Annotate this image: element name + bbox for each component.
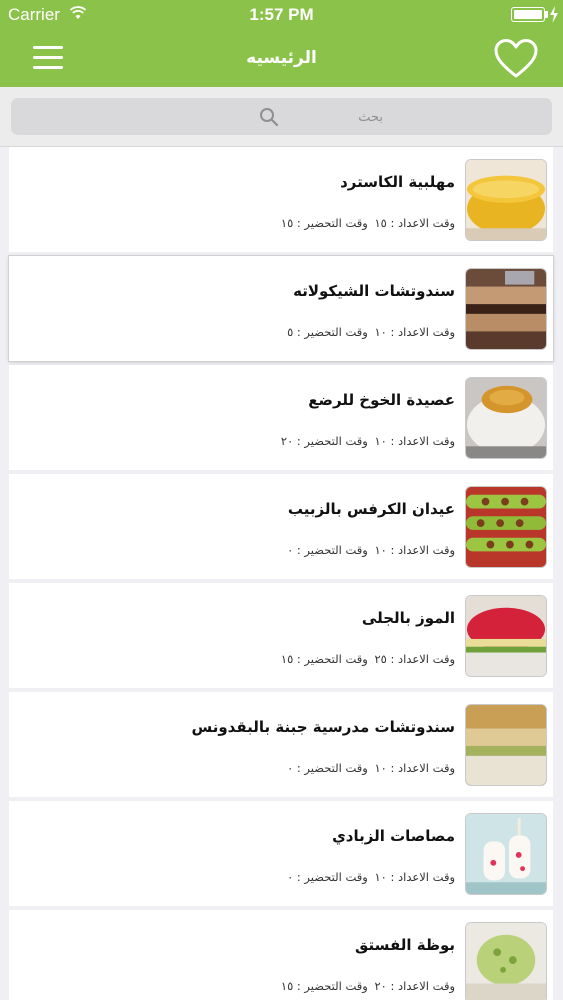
recipe-row[interactable]: عيدان الكرفس بالزبيب وقت الاعداد : ١٠ وق…	[9, 474, 553, 579]
recipe-title: الموز بالجلى	[361, 609, 455, 627]
prep-time: وقت الاعداد : ١٠	[374, 325, 455, 339]
recipe-thumbnail	[465, 704, 547, 786]
recipe-thumbnail	[465, 268, 547, 350]
recipe-title: بوظة الفستق	[355, 936, 455, 954]
recipe-row[interactable]: مصاصات الزبادي وقت الاعداد : ١٠ وقت التح…	[9, 801, 553, 906]
recipe-thumbnail	[465, 595, 547, 677]
cook-time: وقت التحضير : ٠	[287, 761, 368, 775]
cook-time: وقت التحضير : ٢٠	[280, 434, 368, 448]
battery-tip	[545, 11, 548, 18]
recipe-row[interactable]: بوظة الفستق وقت الاعداد : ٢٠ وقت التحضير…	[9, 910, 553, 1000]
search-icon	[260, 108, 279, 127]
recipe-title: سندوتشات الشيكولاته	[293, 282, 455, 300]
recipe-row[interactable]: مهلبية الكاسترد وقت الاعداد : ١٥ وقت الت…	[9, 147, 553, 252]
recipe-times: وقت الاعداد : ١٠ وقت التحضير : ٠	[284, 870, 455, 884]
search-bar-container	[0, 87, 563, 147]
status-time: 1:57 PM	[249, 5, 314, 24]
recipe-thumbnail	[465, 486, 547, 568]
recipe-row[interactable]: عصيدة الخوخ للرضع وقت الاعداد : ١٠ وقت ا…	[9, 365, 553, 470]
recipe-thumbnail	[465, 377, 547, 459]
status-bar: Carrier 1:57 PM	[0, 0, 563, 30]
favorites-button[interactable]	[493, 38, 539, 80]
recipe-title: مصاصات الزبادي	[332, 827, 455, 845]
prep-time: وقت الاعداد : ١٠	[374, 434, 455, 448]
prep-time: وقت الاعداد : ١٥	[374, 216, 455, 230]
prep-time: وقت الاعداد : ٢٥	[374, 652, 455, 666]
recipe-times: وقت الاعداد : ١٠ وقت التحضير : ٠	[284, 761, 455, 775]
recipe-row[interactable]: الموز بالجلى وقت الاعداد : ٢٥ وقت التحضي…	[9, 583, 553, 688]
heart-icon	[494, 39, 538, 78]
recipe-title: مهلبية الكاسترد	[340, 173, 455, 191]
recipe-times: وقت الاعداد : ١٥ وقت التحضير : ١٥	[278, 216, 455, 230]
recipe-title: عصيدة الخوخ للرضع	[308, 391, 455, 409]
prep-time: وقت الاعداد : ١٠	[374, 870, 455, 884]
cook-time: وقت التحضير : ٠	[287, 870, 368, 884]
prep-time: وقت الاعداد : ١٠	[374, 761, 455, 775]
prep-time: وقت الاعداد : ٢٠	[374, 979, 455, 993]
charging-bolt-icon	[550, 6, 558, 23]
recipe-thumbnail	[465, 813, 547, 895]
recipe-thumbnail	[465, 159, 547, 241]
page-title: الرئيسيه	[246, 48, 317, 68]
cook-time: وقت التحضير : ٠	[287, 543, 368, 557]
recipe-row[interactable]: سندوتشات الشيكولاته وقت الاعداد : ١٠ وقت…	[9, 256, 553, 361]
recipe-times: وقت الاعداد : ١٠ وقت التحضير : ٢٠	[278, 434, 455, 448]
recipe-row[interactable]: سندوتشات مدرسية جبنة بالبقدونس وقت الاعد…	[9, 692, 553, 797]
recipe-times: وقت الاعداد : ١٠ وقت التحضير : ٥	[284, 325, 455, 339]
cook-time: وقت التحضير : ١٥	[280, 216, 368, 230]
recipe-times: وقت الاعداد : ١٠ وقت التحضير : ٠	[284, 543, 455, 557]
prep-time: وقت الاعداد : ١٠	[374, 543, 455, 557]
recipe-thumbnail	[465, 922, 547, 1000]
recipe-times: وقت الاعداد : ٢٥ وقت التحضير : ١٥	[278, 652, 455, 666]
recipe-title: عيدان الكرفس بالزبيب	[287, 500, 455, 518]
search-input[interactable]	[283, 104, 383, 130]
cook-time: وقت التحضير : ٥	[287, 325, 368, 339]
recipe-title: سندوتشات مدرسية جبنة بالبقدونس	[191, 718, 455, 736]
search-field[interactable]	[11, 98, 552, 135]
cook-time: وقت التحضير : ١٥	[280, 979, 368, 993]
navigation-bar: الرئيسيه	[0, 30, 563, 87]
battery-icon	[511, 7, 545, 22]
cook-time: وقت التحضير : ١٥	[280, 652, 368, 666]
recipe-list: مهلبية الكاسترد وقت الاعداد : ١٥ وقت الت…	[9, 147, 553, 1000]
recipe-times: وقت الاعداد : ٢٠ وقت التحضير : ١٥	[278, 979, 455, 993]
